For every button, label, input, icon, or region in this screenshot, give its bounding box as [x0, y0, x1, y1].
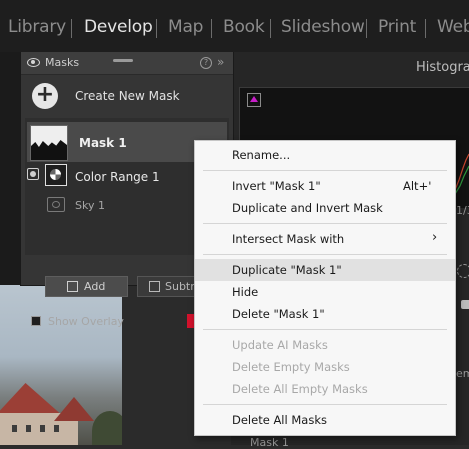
tab-map[interactable]: Map	[168, 17, 203, 37]
create-new-mask-label[interactable]: Create New Mask	[75, 89, 180, 103]
menu-item-delete-empty-masks: Delete Empty Masks	[195, 356, 455, 378]
add-icon	[67, 281, 78, 292]
menu-item-label: Delete Empty Masks	[232, 360, 350, 374]
add-label: Add	[84, 280, 106, 293]
photo-window	[54, 425, 59, 432]
histogram-readout: 1/3	[456, 204, 469, 217]
menu-separator	[203, 223, 447, 224]
menu-item-label: Delete All Masks	[232, 413, 327, 427]
photo-tree	[92, 411, 122, 445]
component-name[interactable]: Sky 1	[75, 199, 105, 212]
show-overlay-checkbox[interactable]	[31, 316, 41, 326]
tab-book[interactable]: Book	[223, 17, 265, 37]
menu-item-label: Rename...	[232, 148, 291, 162]
mask-label: Mask 1	[250, 436, 289, 449]
collapse-icon[interactable]: »	[217, 55, 224, 69]
tab-separator	[425, 19, 426, 38]
menu-separator	[203, 329, 447, 330]
add-button[interactable]: Add	[45, 276, 128, 297]
mask-context-menu: Rename... Invert "Mask 1" Alt+' Duplicat…	[194, 140, 456, 436]
menu-item-label: Invert "Mask 1"	[232, 179, 321, 193]
tab-print[interactable]: Print	[378, 17, 416, 37]
help-icon[interactable]: ?	[200, 57, 212, 69]
menu-item-duplicate-invert[interactable]: Duplicate and Invert Mask	[195, 197, 455, 219]
photo-preview[interactable]	[0, 285, 122, 445]
histogram-curve	[455, 153, 469, 195]
component-name[interactable]: Color Range 1	[75, 170, 160, 184]
tab-slideshow[interactable]: Slideshow	[281, 17, 365, 37]
menu-item-intersect[interactable]: Intersect Mask with ›	[195, 228, 455, 250]
menu-item-label: Duplicate "Mask 1"	[232, 263, 342, 277]
photo-window	[26, 425, 31, 432]
mask-name: Mask 1	[79, 136, 127, 150]
component-visibility-icon[interactable]	[27, 168, 39, 180]
show-overlay-label[interactable]: Show Overlay	[48, 315, 124, 328]
tab-develop[interactable]: Develop	[84, 17, 153, 37]
tab-web[interactable]: Web	[437, 17, 469, 37]
photo-window	[12, 425, 17, 432]
panel-title: Masks	[45, 56, 80, 69]
mask-thumbnail	[30, 125, 68, 161]
tab-separator	[366, 19, 367, 38]
menu-item-invert[interactable]: Invert "Mask 1" Alt+'	[195, 175, 455, 197]
tab-separator	[211, 19, 212, 38]
menu-item-update-ai-masks: Update AI Masks	[195, 334, 455, 356]
menu-item-hide[interactable]: Hide	[195, 281, 455, 303]
menu-separator	[203, 404, 447, 405]
module-picker: Library Develop Map Book Slideshow Print…	[0, 0, 469, 52]
menu-item-label: Delete All Empty Masks	[232, 382, 368, 396]
menu-item-duplicate[interactable]: Duplicate "Mask 1"	[195, 259, 455, 281]
menu-separator	[203, 170, 447, 171]
menu-item-delete-all-masks[interactable]: Delete All Masks	[195, 409, 455, 431]
menu-item-label: Update AI Masks	[232, 338, 328, 352]
menu-item-label: Intersect Mask with	[232, 232, 345, 246]
eye-icon[interactable]	[27, 58, 40, 67]
tool-icon[interactable]	[457, 264, 469, 278]
drag-handle[interactable]	[113, 59, 133, 62]
menu-item-delete-all-empty-masks: Delete All Empty Masks	[195, 378, 455, 400]
histogram-title: Histogra	[416, 60, 469, 75]
menu-item-rename[interactable]: Rename...	[195, 144, 455, 166]
menu-item-delete[interactable]: Delete "Mask 1"	[195, 303, 455, 325]
tab-library[interactable]: Library	[8, 17, 66, 37]
menu-item-label: Delete "Mask 1"	[232, 307, 325, 321]
sky-icon[interactable]	[47, 197, 65, 212]
panel-label: em	[456, 367, 469, 380]
masks-panel-header[interactable]: Masks ? »	[21, 52, 233, 75]
color-range-icon[interactable]	[45, 164, 67, 186]
menu-item-shortcut: Alt+'	[403, 179, 432, 193]
subtract-icon	[149, 281, 160, 292]
tab-separator	[270, 19, 271, 38]
slider-handle[interactable]	[461, 300, 469, 309]
photo-roof	[54, 397, 94, 421]
tab-separator	[71, 19, 72, 38]
tab-separator	[156, 19, 157, 38]
photo-roof	[0, 383, 64, 417]
clipping-indicator-icon[interactable]	[247, 93, 261, 107]
menu-separator	[203, 254, 447, 255]
menu-item-label: Hide	[232, 285, 259, 299]
create-new-mask-button[interactable]: +	[32, 83, 58, 109]
menu-item-label: Duplicate and Invert Mask	[232, 201, 383, 215]
photo-window	[40, 425, 45, 432]
chevron-right-icon: ›	[432, 230, 438, 245]
